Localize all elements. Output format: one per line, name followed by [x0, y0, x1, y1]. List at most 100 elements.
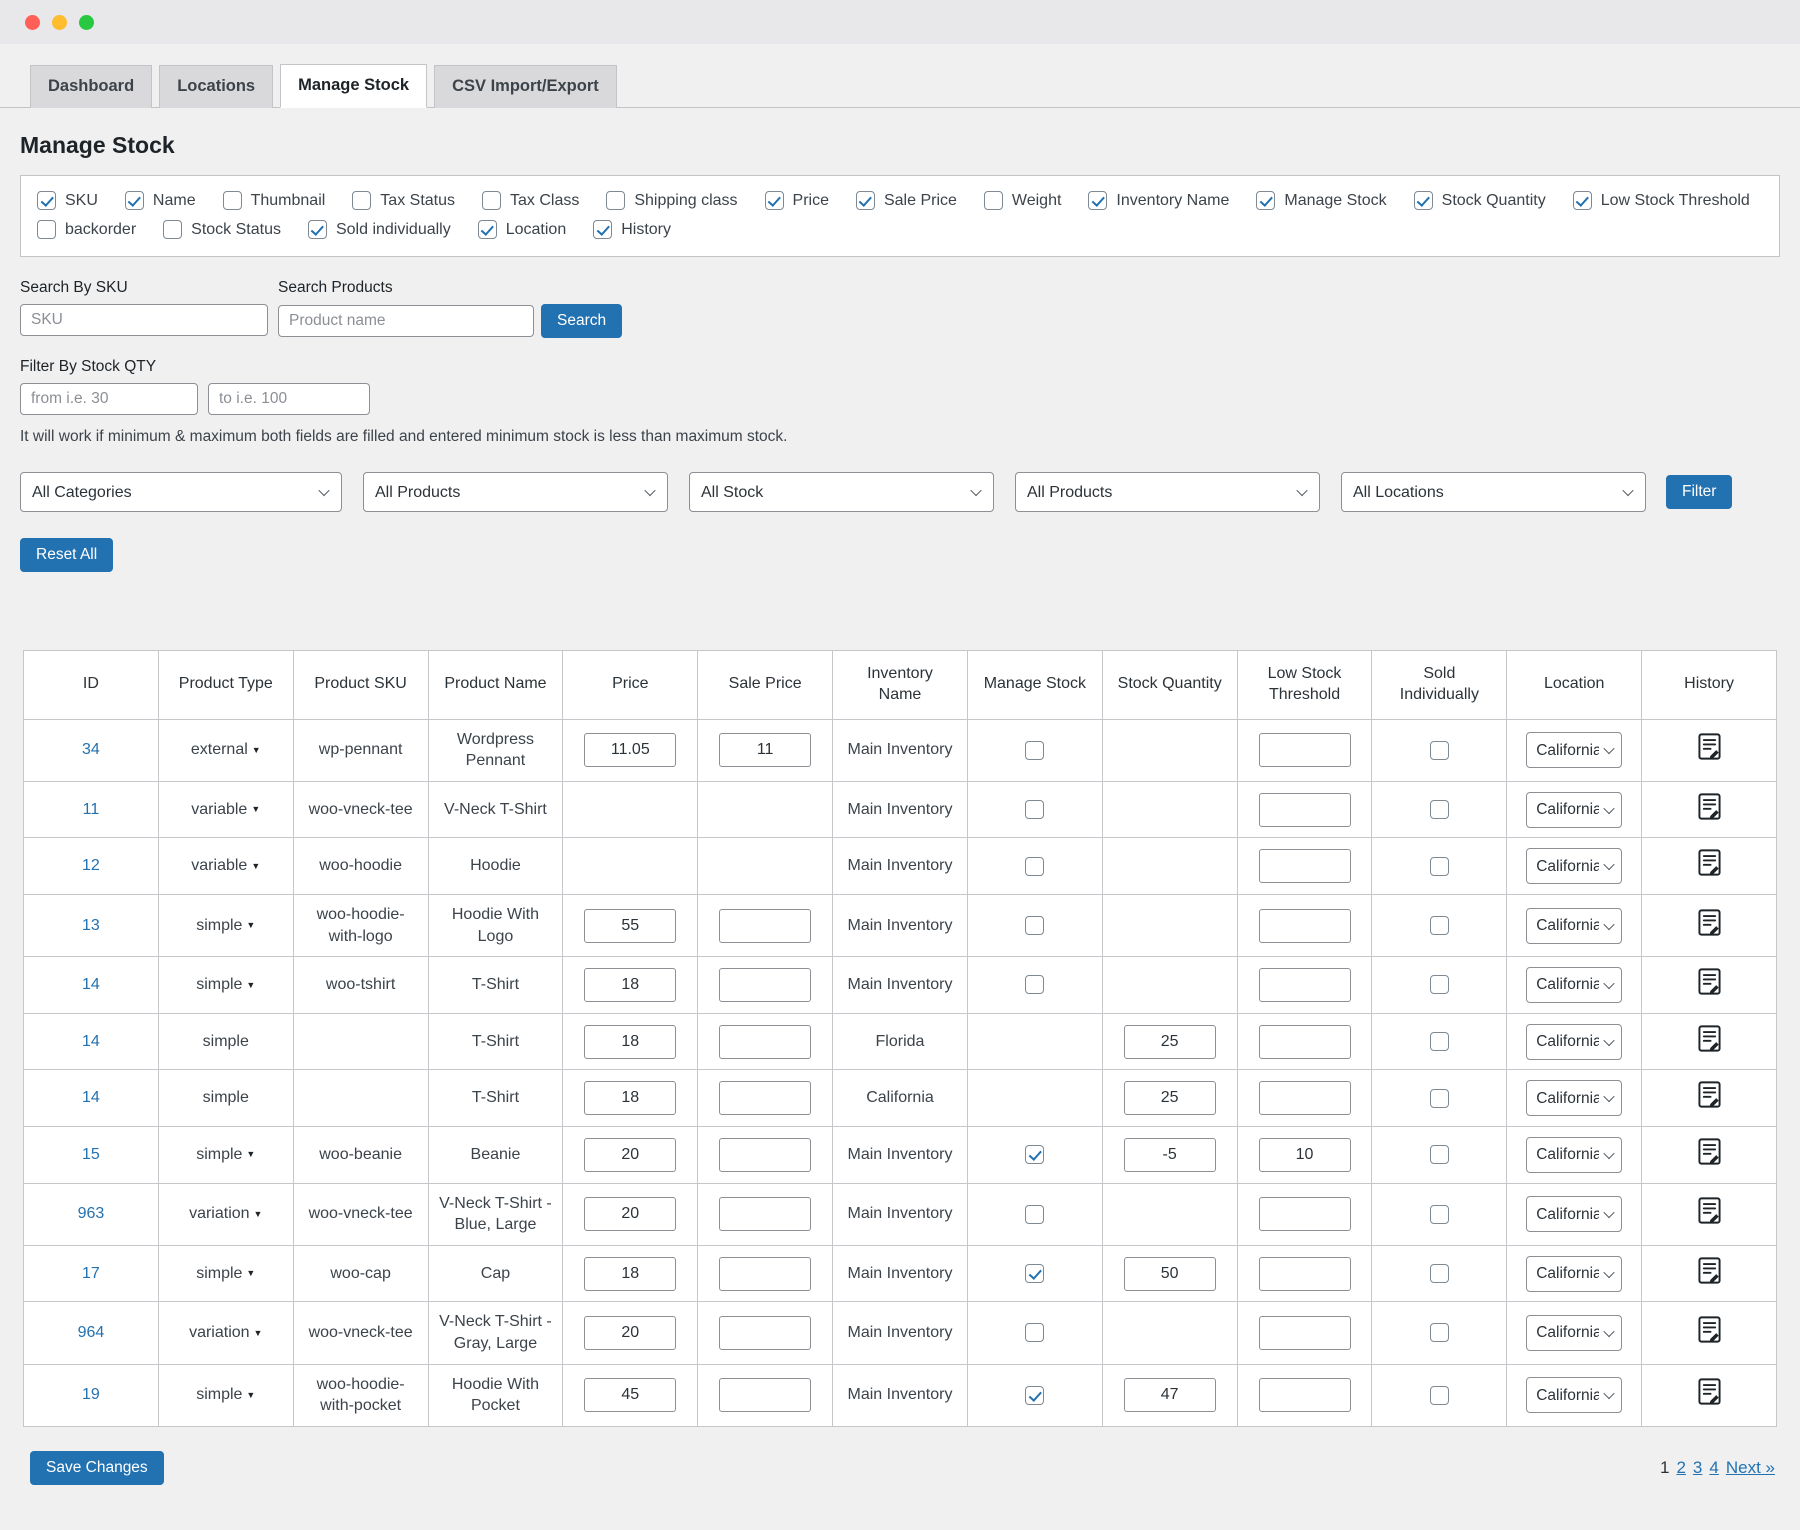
search-sku-input[interactable] — [20, 304, 268, 336]
column-toggle-checkbox[interactable] — [606, 191, 625, 210]
sold-individually-checkbox[interactable] — [1430, 1323, 1449, 1342]
history-icon[interactable] — [1694, 966, 1725, 997]
column-toggle-price[interactable]: Price — [765, 191, 829, 210]
column-toggle-sale-price[interactable]: Sale Price — [856, 191, 957, 210]
save-changes-button[interactable]: Save Changes — [30, 1451, 164, 1485]
product-type-dropdown-icon[interactable]: ▼ — [246, 1149, 255, 1159]
low-stock-threshold-input[interactable] — [1259, 1025, 1351, 1059]
stock-quantity-input[interactable] — [1124, 1138, 1216, 1172]
sold-individually-checkbox[interactable] — [1430, 916, 1449, 935]
price-input[interactable] — [584, 1378, 676, 1412]
column-toggle-sku[interactable]: SKU — [37, 191, 98, 210]
location-select[interactable]: California — [1527, 793, 1621, 827]
column-toggle-checkbox[interactable] — [984, 191, 1003, 210]
location-select[interactable]: California — [1527, 849, 1621, 883]
column-toggle-stock-quantity[interactable]: Stock Quantity — [1414, 191, 1546, 210]
sold-individually-checkbox[interactable] — [1430, 1386, 1449, 1405]
low-stock-threshold-input[interactable] — [1259, 1316, 1351, 1350]
price-input[interactable] — [584, 1316, 676, 1350]
low-stock-threshold-input[interactable] — [1259, 968, 1351, 1002]
product-id-link[interactable]: 34 — [82, 741, 100, 758]
sale-price-input[interactable] — [719, 968, 811, 1002]
low-stock-threshold-input[interactable] — [1259, 1081, 1351, 1115]
product-type-dropdown-icon[interactable]: ▼ — [246, 1268, 255, 1278]
products-select[interactable]: All Products — [364, 473, 667, 511]
pagination-page-link[interactable]: 2 — [1676, 1458, 1685, 1478]
sale-price-input[interactable] — [719, 909, 811, 943]
column-toggle-checkbox[interactable] — [223, 191, 242, 210]
low-stock-threshold-input[interactable] — [1259, 1378, 1351, 1412]
column-toggle-checkbox[interactable] — [352, 191, 371, 210]
history-icon[interactable] — [1694, 731, 1725, 762]
column-toggle-low-stock-threshold[interactable]: Low Stock Threshold — [1573, 191, 1750, 210]
low-stock-threshold-input[interactable] — [1259, 1197, 1351, 1231]
pagination-next-link[interactable]: Next » — [1726, 1458, 1775, 1478]
product-type-dropdown-icon[interactable]: ▼ — [246, 1390, 255, 1400]
location-select[interactable]: California — [1527, 733, 1621, 767]
product-id-link[interactable]: 14 — [82, 1089, 100, 1106]
sold-individually-checkbox[interactable] — [1430, 1264, 1449, 1283]
stock-select[interactable]: All Stock — [690, 473, 993, 511]
column-toggle-checkbox[interactable] — [125, 191, 144, 210]
stock-quantity-input[interactable] — [1124, 1378, 1216, 1412]
column-toggle-checkbox[interactable] — [308, 220, 327, 239]
manage-stock-checkbox[interactable] — [1025, 1323, 1044, 1342]
history-icon[interactable] — [1694, 1023, 1725, 1054]
manage-stock-checkbox[interactable] — [1025, 741, 1044, 760]
sale-price-input[interactable] — [719, 1316, 811, 1350]
manage-stock-checkbox[interactable] — [1025, 1205, 1044, 1224]
product-id-link[interactable]: 964 — [78, 1324, 105, 1341]
column-toggle-tax-class[interactable]: Tax Class — [482, 191, 579, 210]
column-toggle-name[interactable]: Name — [125, 191, 196, 210]
column-toggle-shipping-class[interactable]: Shipping class — [606, 191, 737, 210]
low-stock-threshold-input[interactable] — [1259, 1138, 1351, 1172]
column-toggle-stock-status[interactable]: Stock Status — [163, 220, 281, 239]
location-select[interactable]: California — [1527, 1081, 1621, 1115]
price-input[interactable] — [584, 1138, 676, 1172]
manage-stock-checkbox[interactable] — [1025, 857, 1044, 876]
product-type-dropdown-icon[interactable]: ▼ — [246, 920, 255, 930]
column-toggle-inventory-name[interactable]: Inventory Name — [1088, 191, 1229, 210]
sale-price-input[interactable] — [719, 1257, 811, 1291]
price-input[interactable] — [584, 733, 676, 767]
tab-csv-import-export[interactable]: CSV Import/Export — [434, 65, 617, 108]
column-toggle-sold-individually[interactable]: Sold individually — [308, 220, 451, 239]
search-products-input[interactable] — [278, 305, 534, 337]
column-toggle-checkbox[interactable] — [478, 220, 497, 239]
stock-quantity-input[interactable] — [1124, 1081, 1216, 1115]
window-close-button[interactable] — [25, 15, 40, 30]
low-stock-threshold-input[interactable] — [1259, 733, 1351, 767]
sold-individually-checkbox[interactable] — [1430, 800, 1449, 819]
manage-stock-checkbox[interactable] — [1025, 916, 1044, 935]
sold-individually-checkbox[interactable] — [1430, 857, 1449, 876]
manage-stock-checkbox[interactable] — [1025, 1386, 1044, 1405]
column-toggle-checkbox[interactable] — [856, 191, 875, 210]
manage-stock-checkbox[interactable] — [1025, 1264, 1044, 1283]
location-select[interactable]: California — [1527, 1197, 1621, 1231]
sold-individually-checkbox[interactable] — [1430, 741, 1449, 760]
locations-select[interactable]: All Locations — [1342, 473, 1645, 511]
sale-price-input[interactable] — [719, 1378, 811, 1412]
search-button[interactable]: Search — [541, 304, 622, 338]
tab-dashboard[interactable]: Dashboard — [30, 65, 152, 108]
history-icon[interactable] — [1694, 907, 1725, 938]
product-type-dropdown-icon[interactable]: ▼ — [254, 1209, 263, 1219]
product-type-dropdown-icon[interactable]: ▼ — [252, 745, 261, 755]
column-toggle-thumbnail[interactable]: Thumbnail — [223, 191, 326, 210]
low-stock-threshold-input[interactable] — [1259, 909, 1351, 943]
categories-select[interactable]: All Categories — [21, 473, 341, 511]
tab-manage-stock[interactable]: Manage Stock — [280, 64, 427, 108]
sale-price-input[interactable] — [719, 1081, 811, 1115]
product-id-link[interactable]: 963 — [78, 1205, 105, 1222]
price-input[interactable] — [584, 1197, 676, 1231]
column-toggle-checkbox[interactable] — [1256, 191, 1275, 210]
window-zoom-button[interactable] — [79, 15, 94, 30]
product-type-dropdown-icon[interactable]: ▼ — [251, 804, 260, 814]
location-select[interactable]: California — [1527, 1138, 1621, 1172]
history-icon[interactable] — [1694, 1314, 1725, 1345]
sale-price-input[interactable] — [719, 1138, 811, 1172]
location-select[interactable]: California — [1527, 909, 1621, 943]
low-stock-threshold-input[interactable] — [1259, 1257, 1351, 1291]
product-id-link[interactable]: 14 — [82, 1033, 100, 1050]
filter-button[interactable]: Filter — [1666, 475, 1732, 509]
